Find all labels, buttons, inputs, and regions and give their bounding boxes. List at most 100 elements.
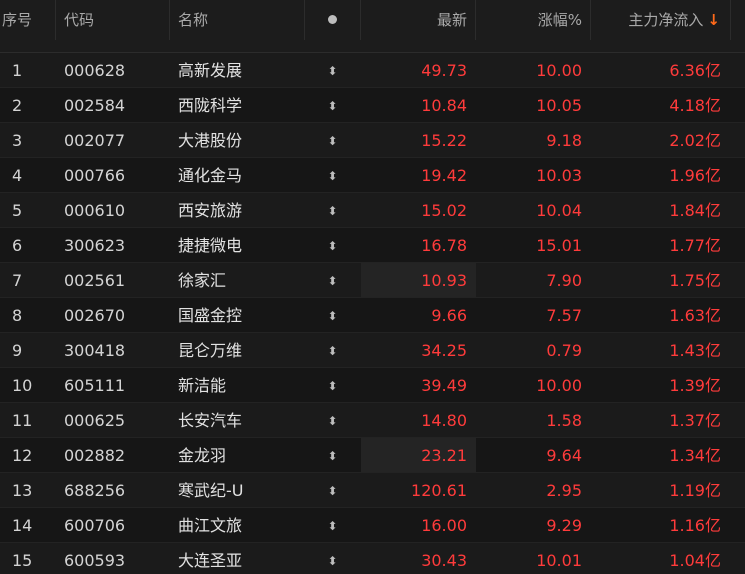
row-code: 002882: [64, 446, 126, 465]
row-change: 10.05: [536, 96, 582, 115]
row-index: 9: [12, 341, 23, 360]
header-index[interactable]: 序号: [0, 0, 56, 40]
row-main-net-inflow: 1.43亿: [669, 341, 721, 360]
table-row[interactable]: 14 600706 曲江文旅 ⬍ 16.00 9.29 1.16亿: [0, 508, 745, 543]
row-main-net-inflow: 1.37亿: [669, 411, 721, 430]
row-change: 7.90: [546, 271, 582, 290]
row-code: 300418: [64, 341, 126, 360]
row-index: 13: [12, 481, 33, 500]
row-action-icon[interactable]: ⬍: [305, 123, 361, 157]
table-row[interactable]: 9 300418 昆仑万维 ⬍ 34.25 0.79 1.43亿: [0, 333, 745, 368]
table-row[interactable]: 7 002561 徐家汇 ⬍ 10.93 7.90 1.75亿: [0, 263, 745, 298]
row-name: 金龙羽: [178, 446, 227, 465]
row-action-icon[interactable]: ⬍: [305, 508, 361, 542]
row-name: 徐家汇: [178, 271, 227, 290]
row-index: 12: [12, 446, 33, 465]
row-main-net-inflow: 1.84亿: [669, 201, 721, 220]
row-name: 高新发展: [178, 61, 243, 80]
header-name[interactable]: 名称: [170, 0, 305, 40]
row-price: 14.80: [421, 411, 467, 430]
row-action-icon[interactable]: ⬍: [305, 158, 361, 192]
table-row[interactable]: 3 002077 大港股份 ⬍ 15.22 9.18 2.02亿: [0, 123, 745, 158]
row-price: 49.73: [421, 61, 467, 80]
row-action-icon[interactable]: ⬍: [305, 263, 361, 297]
row-spacer: [731, 368, 745, 402]
header-code[interactable]: 代码: [56, 0, 170, 40]
row-name: 长安汽车: [178, 411, 243, 430]
row-code: 002561: [64, 271, 126, 290]
row-name: 西陇科学: [178, 96, 243, 115]
row-action-icon[interactable]: ⬍: [305, 368, 361, 402]
row-index: 14: [12, 516, 33, 535]
row-action-icon[interactable]: ⬍: [305, 333, 361, 367]
row-main-net-inflow: 1.77亿: [669, 236, 721, 255]
row-action-icon[interactable]: ⬍: [305, 298, 361, 332]
row-main-net-inflow: 1.96亿: [669, 166, 721, 185]
row-price: 15.22: [421, 131, 467, 150]
row-change: 10.00: [536, 376, 582, 395]
header-flow-label: 主力净流入: [628, 11, 704, 29]
row-code: 002077: [64, 131, 126, 150]
table-row[interactable]: 12 002882 金龙羽 ⬍ 23.21 9.64 1.34亿: [0, 438, 745, 473]
row-spacer: [731, 88, 745, 122]
table-row[interactable]: 13 688256 寒武纪-U ⬍ 120.61 2.95 1.19亿: [0, 473, 745, 508]
header-spacer: [731, 0, 745, 40]
table-row[interactable]: 8 002670 国盛金控 ⬍ 9.66 7.57 1.63亿: [0, 298, 745, 333]
row-main-net-inflow: 2.02亿: [669, 131, 721, 150]
row-spacer: [731, 543, 745, 574]
row-name: 捷捷微电: [178, 236, 243, 255]
row-main-net-inflow: 1.75亿: [669, 271, 721, 290]
row-code: 000610: [64, 201, 126, 220]
row-action-icon[interactable]: ⬍: [305, 88, 361, 122]
row-change: 10.01: [536, 551, 582, 570]
row-index: 6: [12, 236, 23, 255]
table-row[interactable]: 11 000625 长安汽车 ⬍ 14.80 1.58 1.37亿: [0, 403, 745, 438]
row-spacer: [731, 438, 745, 472]
row-name: 曲江文旅: [178, 516, 243, 535]
row-price: 15.02: [421, 201, 467, 220]
header-dot[interactable]: [305, 0, 361, 40]
row-code: 002670: [64, 306, 126, 325]
table-row[interactable]: 6 300623 捷捷微电 ⬍ 16.78 15.01 1.77亿: [0, 228, 745, 263]
row-action-icon[interactable]: ⬍: [305, 193, 361, 227]
row-code: 600706: [64, 516, 126, 535]
table-row[interactable]: 15 600593 大连圣亚 ⬍ 30.43 10.01 1.04亿: [0, 543, 745, 574]
row-price: 39.49: [421, 376, 467, 395]
table-row[interactable]: 10 605111 新洁能 ⬍ 39.49 10.00 1.39亿: [0, 368, 745, 403]
row-name: 国盛金控: [178, 306, 243, 325]
table-row[interactable]: 5 000610 西安旅游 ⬍ 15.02 10.04 1.84亿: [0, 193, 745, 228]
row-price: 16.78: [421, 236, 467, 255]
header-price[interactable]: 最新: [361, 0, 476, 40]
row-name: 新洁能: [178, 376, 227, 395]
row-price: 120.61: [411, 481, 467, 500]
row-action-icon[interactable]: ⬍: [305, 228, 361, 262]
row-action-icon[interactable]: ⬍: [305, 53, 361, 87]
table-row[interactable]: 1 000628 高新发展 ⬍ 49.73 10.00 6.36亿: [0, 53, 745, 88]
row-action-icon[interactable]: ⬍: [305, 438, 361, 472]
header-main-net-inflow[interactable]: 主力净流入 ↓: [591, 0, 731, 40]
row-code: 688256: [64, 481, 126, 500]
row-change: 2.95: [546, 481, 582, 500]
circle-dot-icon: [328, 14, 337, 24]
row-index: 5: [12, 201, 23, 220]
row-spacer: [731, 298, 745, 332]
row-name: 大连圣亚: [178, 551, 243, 570]
row-name: 寒武纪-U: [178, 481, 244, 500]
row-code: 600593: [64, 551, 126, 570]
row-spacer: [731, 228, 745, 262]
row-spacer: [731, 158, 745, 192]
table-row[interactable]: 4 000766 通化金马 ⬍ 19.42 10.03 1.96亿: [0, 158, 745, 193]
row-action-icon[interactable]: ⬍: [305, 473, 361, 507]
row-price: 34.25: [421, 341, 467, 360]
row-index: 8: [12, 306, 23, 325]
row-price: 16.00: [421, 516, 467, 535]
header-change[interactable]: 涨幅%: [476, 0, 591, 40]
row-action-icon[interactable]: ⬍: [305, 543, 361, 574]
row-spacer: [731, 508, 745, 542]
row-spacer: [731, 333, 745, 367]
table-row[interactable]: 2 002584 西陇科学 ⬍ 10.84 10.05 4.18亿: [0, 88, 745, 123]
row-change: 9.29: [546, 516, 582, 535]
row-name: 大港股份: [178, 131, 243, 150]
row-action-icon[interactable]: ⬍: [305, 403, 361, 437]
row-index: 11: [12, 411, 33, 430]
